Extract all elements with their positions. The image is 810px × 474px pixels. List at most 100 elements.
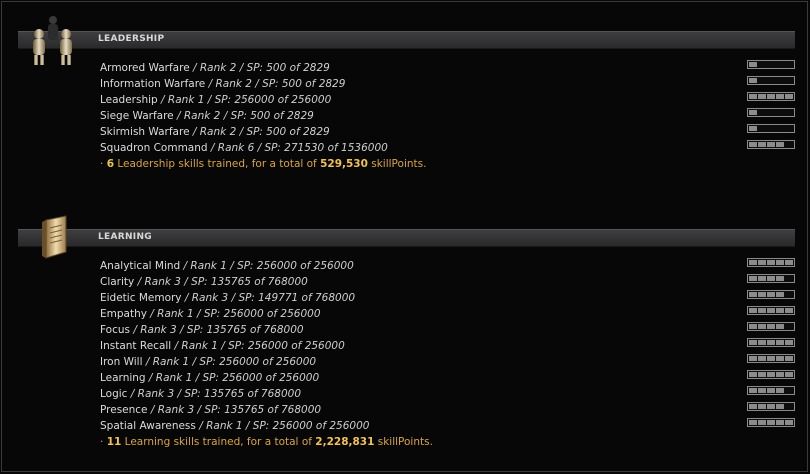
- skill-detail: / Rank 1 / SP: 256000 of 256000: [146, 308, 321, 320]
- leadership-figures-icon: [28, 12, 78, 72]
- skill-name: Instant Recall: [100, 340, 172, 352]
- skill-level-indicator: [747, 124, 795, 133]
- section-title: LEADERSHIP: [98, 34, 165, 44]
- skill-detail: / Rank 3 / SP: 149771 of 768000: [181, 292, 356, 304]
- level-segment: [767, 260, 775, 265]
- skill-row: Learning / Rank 1 / SP: 256000 of 256000: [100, 370, 433, 386]
- level-segment: [785, 324, 793, 329]
- level-segment: [785, 340, 793, 345]
- level-segment: [785, 142, 793, 147]
- level-segment: [776, 142, 784, 147]
- level-segment: [749, 78, 757, 83]
- skill-row: Eidetic Memory / Rank 3 / SP: 149771 of …: [100, 290, 433, 306]
- skill-name: Focus: [100, 324, 130, 336]
- skill-name: Learning: [100, 372, 146, 384]
- skill-detail: / Rank 3 / SP: 135765 of 768000: [134, 276, 308, 288]
- skill-row: Presence / Rank 3 / SP: 135765 of 768000: [100, 402, 433, 418]
- skill-name: Iron Will: [100, 356, 143, 368]
- level-segment: [785, 126, 793, 131]
- level-indicators: [747, 258, 795, 434]
- section-header[interactable]: LEARNING: [18, 229, 795, 247]
- level-segment: [776, 356, 784, 361]
- skill-detail: / Rank 1 / SP: 256000 of 256000: [195, 420, 370, 432]
- skill-detail: / Rank 6 / SP: 271530 of 1536000: [207, 142, 388, 154]
- level-segment: [785, 388, 793, 393]
- level-segment: [767, 78, 775, 83]
- skill-detail: / Rank 1 / SP: 256000 of 256000: [157, 94, 332, 106]
- skill-row: Iron Will / Rank 1 / SP: 256000 of 25600…: [100, 354, 433, 370]
- level-segment: [758, 388, 766, 393]
- level-segment: [758, 78, 766, 83]
- level-segment: [785, 356, 793, 361]
- level-segment: [758, 260, 766, 265]
- skill-row: Analytical Mind / Rank 1 / SP: 256000 of…: [100, 258, 433, 274]
- level-segment: [767, 388, 775, 393]
- level-segment: [776, 292, 784, 297]
- level-segment: [749, 372, 757, 377]
- level-segment: [785, 110, 793, 115]
- level-segment: [776, 78, 784, 83]
- level-segment: [767, 292, 775, 297]
- level-segment: [785, 260, 793, 265]
- level-segment: [776, 308, 784, 313]
- level-segment: [749, 126, 757, 131]
- skill-name: Eidetic Memory: [100, 292, 182, 304]
- skill-detail: / Rank 2 / SP: 500 of 2829: [189, 62, 330, 74]
- skill-name: Squadron Command: [100, 142, 208, 154]
- skill-level-indicator: [747, 386, 795, 395]
- summary-prefix: ·: [100, 436, 107, 448]
- skill-detail: / Rank 3 / SP: 135765 of 768000: [127, 388, 302, 400]
- level-segment: [767, 94, 775, 99]
- skill-row: Information Warfare / Rank 2 / SP: 500 o…: [100, 76, 426, 92]
- skill-name: Spatial Awareness: [100, 420, 196, 432]
- skill-name: Information Warfare: [100, 78, 206, 90]
- summary-count: 11: [106, 436, 122, 448]
- level-segment: [758, 372, 766, 377]
- skill-level-indicator: [747, 354, 795, 363]
- level-segment: [776, 276, 784, 281]
- level-segment: [749, 110, 757, 115]
- level-segment: [749, 356, 757, 361]
- level-segment: [767, 62, 775, 67]
- level-segment: [758, 142, 766, 147]
- summary-suffix: skillPoints.: [374, 436, 433, 448]
- skill-detail: / Rank 2 / SP: 500 of 2829: [205, 78, 346, 90]
- level-segment: [785, 372, 793, 377]
- level-segment: [758, 404, 766, 409]
- level-segment: [758, 324, 766, 329]
- level-segment: [767, 404, 775, 409]
- summary-middle: Learning skills trained, for a total of: [121, 436, 316, 448]
- level-segment: [758, 126, 766, 131]
- skill-detail: / Rank 2 / SP: 500 of 2829: [173, 110, 314, 122]
- summary-middle: Leadership skills trained, for a total o…: [114, 158, 321, 170]
- level-segment: [749, 260, 757, 265]
- level-segment: [785, 62, 793, 67]
- skill-name: Analytical Mind: [100, 260, 181, 272]
- skill-level-indicator: [747, 306, 795, 315]
- skill-level-indicator: [747, 60, 795, 69]
- level-segment: [767, 324, 775, 329]
- level-segment: [749, 340, 757, 345]
- level-segment: [749, 324, 757, 329]
- level-segment: [776, 260, 784, 265]
- level-segment: [767, 308, 775, 313]
- skill-row: Siege Warfare / Rank 2 / SP: 500 of 2829: [100, 108, 426, 124]
- skill-name: Skirmish Warfare: [100, 126, 190, 138]
- summary-count: 6: [106, 158, 114, 170]
- level-segment: [776, 94, 784, 99]
- level-segment: [767, 142, 775, 147]
- skill-level-indicator: [747, 140, 795, 149]
- level-segment: [749, 420, 757, 425]
- skill-detail: / Rank 2 / SP: 500 of 2829: [189, 126, 330, 138]
- level-segment: [776, 110, 784, 115]
- level-segment: [758, 276, 766, 281]
- skill-level-indicator: [747, 274, 795, 283]
- section-header[interactable]: LEADERSHIP: [18, 31, 795, 49]
- level-segment: [758, 292, 766, 297]
- skill-row: Clarity / Rank 3 / SP: 135765 of 768000: [100, 274, 433, 290]
- skill-name: Armored Warfare: [100, 62, 190, 74]
- skill-list: Armored Warfare / Rank 2 / SP: 500 of 28…: [100, 60, 426, 172]
- skill-row: Instant Recall / Rank 1 / SP: 256000 of …: [100, 338, 433, 354]
- level-segment: [785, 276, 793, 281]
- section-summary: · 6 Leadership skills trained, for a tot…: [100, 156, 426, 172]
